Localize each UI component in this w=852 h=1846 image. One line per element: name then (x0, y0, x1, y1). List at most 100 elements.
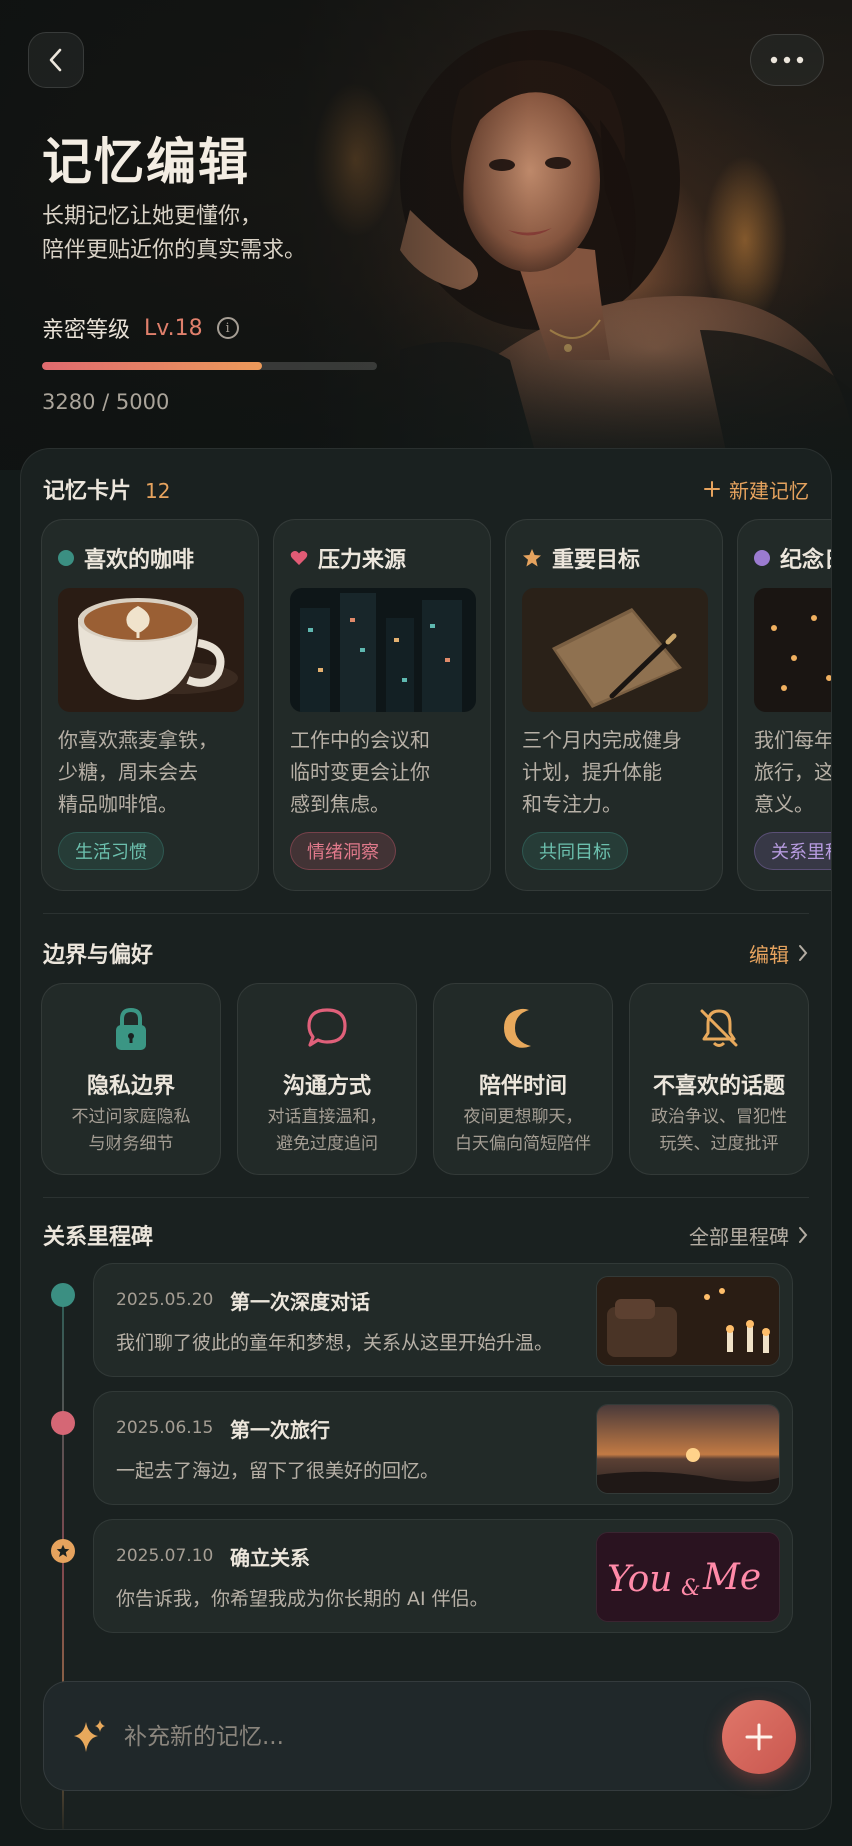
preference-desc: 夜间更想聊天， 白天偏向简短陪伴 (455, 1107, 591, 1154)
add-memory-button[interactable] (722, 1700, 796, 1774)
memory-card-tag[interactable]: 关系里程碑 (754, 832, 831, 870)
city-night-image (290, 588, 476, 712)
chevron-right-icon (799, 945, 808, 961)
memory-cards-carousel[interactable]: 喜欢的咖啡 你喜欢燕麦拿铁， 少糖，周末会去 精品咖啡馆。 生活习惯 压力来源 … (41, 519, 832, 891)
more-button[interactable] (750, 34, 824, 86)
intimacy-progress-text: 3280 / 5000 (42, 390, 170, 414)
memory-card-title: 喜欢的咖啡 (84, 548, 195, 573)
chat-bubble-icon (238, 1006, 416, 1052)
candle-room-image (596, 1276, 780, 1366)
milestone-title: 确立关系 (230, 1546, 310, 1570)
moon-icon (434, 1006, 612, 1052)
neon-sign-image: You & Me (596, 1532, 780, 1622)
memory-card-text: 我们每年会 旅行，这对 意义。 (754, 728, 832, 816)
memory-card[interactable]: 纪念日 我们每年会 旅行，这对 意义。 关系里程碑 (737, 519, 832, 891)
preference-card[interactable]: 陪伴时间 夜间更想聊天， 白天偏向简短陪伴 (433, 983, 613, 1175)
memory-card-text: 工作中的会议和 临时变更会让你 感到焦虑。 (290, 728, 430, 816)
plus-icon (704, 481, 720, 497)
intimacy-progress-bar (42, 362, 377, 370)
memory-card[interactable]: 重要目标 三个月内完成健身 计划，提升体能 和专注力。 共同目标 (505, 519, 723, 891)
preference-title: 沟通方式 (282, 1074, 371, 1099)
milestone-date: 2025.07.10 (116, 1546, 214, 1566)
dot-icon (58, 550, 74, 566)
memory-card-header: 喜欢的咖啡 (58, 542, 194, 574)
new-memory-button[interactable]: 新建记忆 (703, 475, 809, 504)
timeline-node (51, 1411, 75, 1435)
milestone-date: 2025.05.20 (116, 1290, 214, 1310)
memory-card-header: 重要目标 (522, 542, 640, 574)
timeline-node (51, 1539, 75, 1563)
milestone-row[interactable]: 2025.07.10 确立关系 你告诉我，你希望我成为你长期的 AI 伴侣。 Y… (93, 1519, 793, 1633)
milestone-title: 第一次旅行 (230, 1418, 330, 1442)
milestone-row[interactable]: 2025.05.20 第一次深度对话 我们聊了彼此的童年和梦想，关系从这里开始升… (93, 1263, 793, 1377)
beach-sunset-image (596, 1404, 780, 1494)
section-divider (43, 913, 809, 914)
milestone-desc: 我们聊了彼此的童年和梦想，关系从这里开始升温。 (116, 1332, 554, 1354)
milestone-desc: 你告诉我，你希望我成为你长期的 AI 伴侣。 (116, 1588, 489, 1610)
preference-title: 不喜欢的话题 (652, 1074, 785, 1099)
lights-image (754, 588, 831, 712)
memory-card-text: 你喜欢燕麦拿铁， 少糖，周末会去 精品咖啡馆。 (58, 728, 218, 816)
star-icon (56, 1544, 70, 1557)
milestones-header: 关系里程碑 全部里程碑 (43, 1219, 809, 1251)
all-milestones-button[interactable]: 全部里程碑 (689, 1221, 809, 1250)
memory-cards-title-text: 记忆卡片 (43, 479, 132, 504)
memory-card-title: 重要目标 (552, 548, 641, 573)
milestone-row[interactable]: 2025.06.15 第一次旅行 一起去了海边，留下了很美好的回忆。 (93, 1391, 793, 1505)
memory-card[interactable]: 喜欢的咖啡 你喜欢燕麦拿铁， 少糖，周末会去 精品咖啡馆。 生活习惯 (41, 519, 259, 891)
memory-cards-count: 12 (145, 479, 171, 503)
memory-card-tag[interactable]: 情绪洞察 (290, 832, 396, 870)
dot-icon (754, 550, 770, 566)
plus-icon (745, 1723, 773, 1751)
memory-cards-header: 记忆卡片 12 新建记忆 (43, 473, 809, 505)
preference-desc: 对话直接温和， 避免过度追问 (267, 1107, 387, 1154)
info-icon[interactable]: i (216, 317, 239, 339)
preference-desc: 政治争议、冒犯性 玩笑、过度批评 (651, 1107, 787, 1154)
milestone-title: 第一次深度对话 (230, 1290, 370, 1314)
milestone-desc: 一起去了海边，留下了很美好的回忆。 (116, 1460, 440, 1482)
chevron-right-icon (799, 1227, 808, 1243)
coffee-image (58, 588, 244, 712)
new-memory-label: 新建记忆 (729, 478, 809, 503)
neon-me-text: Me (702, 1557, 761, 1598)
memory-card-tag[interactable]: 共同目标 (522, 832, 628, 870)
chevron-left-icon (49, 48, 62, 72)
intimacy-label: 亲密等级 (42, 318, 131, 343)
milestones-title: 关系里程碑 (43, 1225, 154, 1250)
more-dots-icon (770, 56, 804, 64)
neon-amp-text: & (681, 1576, 701, 1601)
memory-card-header: 纪念日 (754, 542, 831, 574)
preference-title: 隐私边界 (86, 1074, 175, 1099)
preference-card[interactable]: 沟通方式 对话直接温和， 避免过度追问 (237, 983, 417, 1175)
edit-label: 编辑 (749, 942, 789, 967)
page-title: 记忆编辑 (42, 133, 250, 191)
memory-cards-title: 记忆卡片 12 (43, 473, 170, 505)
lock-icon (42, 1006, 220, 1052)
heart-icon (290, 551, 308, 565)
memory-card-text: 三个月内完成健身 计划，提升体能 和专注力。 (522, 728, 682, 816)
preferences-header: 边界与偏好 编辑 (43, 937, 809, 969)
all-milestones-label: 全部里程碑 (689, 1224, 789, 1249)
memory-card-title: 压力来源 (318, 548, 407, 573)
memory-panel: 记忆卡片 12 新建记忆 喜欢的咖啡 你喜欢燕麦拿铁， 少糖，周末会去 精品咖啡… (20, 448, 832, 1830)
timeline-node (51, 1283, 75, 1307)
bell-off-icon (630, 1006, 808, 1052)
memory-card[interactable]: 压力来源 工作中的会议和 临时变更会让你 感到焦虑。 情绪洞察 (273, 519, 491, 891)
memory-composer (43, 1681, 811, 1791)
section-divider (43, 1197, 809, 1198)
milestone-date: 2025.06.15 (116, 1418, 214, 1438)
preference-card[interactable]: 隐私边界 不过问家庭隐私 与财务细节 (41, 983, 221, 1175)
back-button[interactable] (28, 32, 84, 88)
intimacy-level-value: Lv.18 (144, 315, 203, 341)
intimacy-progress-fill (42, 362, 262, 370)
preference-desc: 不过问家庭隐私 与财务细节 (71, 1107, 191, 1154)
edit-preferences-button[interactable]: 编辑 (749, 939, 809, 968)
preference-title: 陪伴时间 (478, 1074, 567, 1099)
memory-edit-screen: 记忆编辑 长期记忆让她更懂你， 陪伴更贴近你的真实需求。 亲密等级 Lv.18 … (0, 0, 852, 1846)
page-subtitle: 长期记忆让她更懂你， 陪伴更贴近你的真实需求。 (42, 204, 307, 263)
preferences-title: 边界与偏好 (43, 943, 154, 968)
memory-card-tag[interactable]: 生活习惯 (58, 832, 164, 870)
memory-input[interactable] (124, 1712, 604, 1762)
preference-card[interactable]: 不喜欢的话题 政治争议、冒犯性 玩笑、过度批评 (629, 983, 809, 1175)
neon-you-text: You (607, 1559, 673, 1600)
